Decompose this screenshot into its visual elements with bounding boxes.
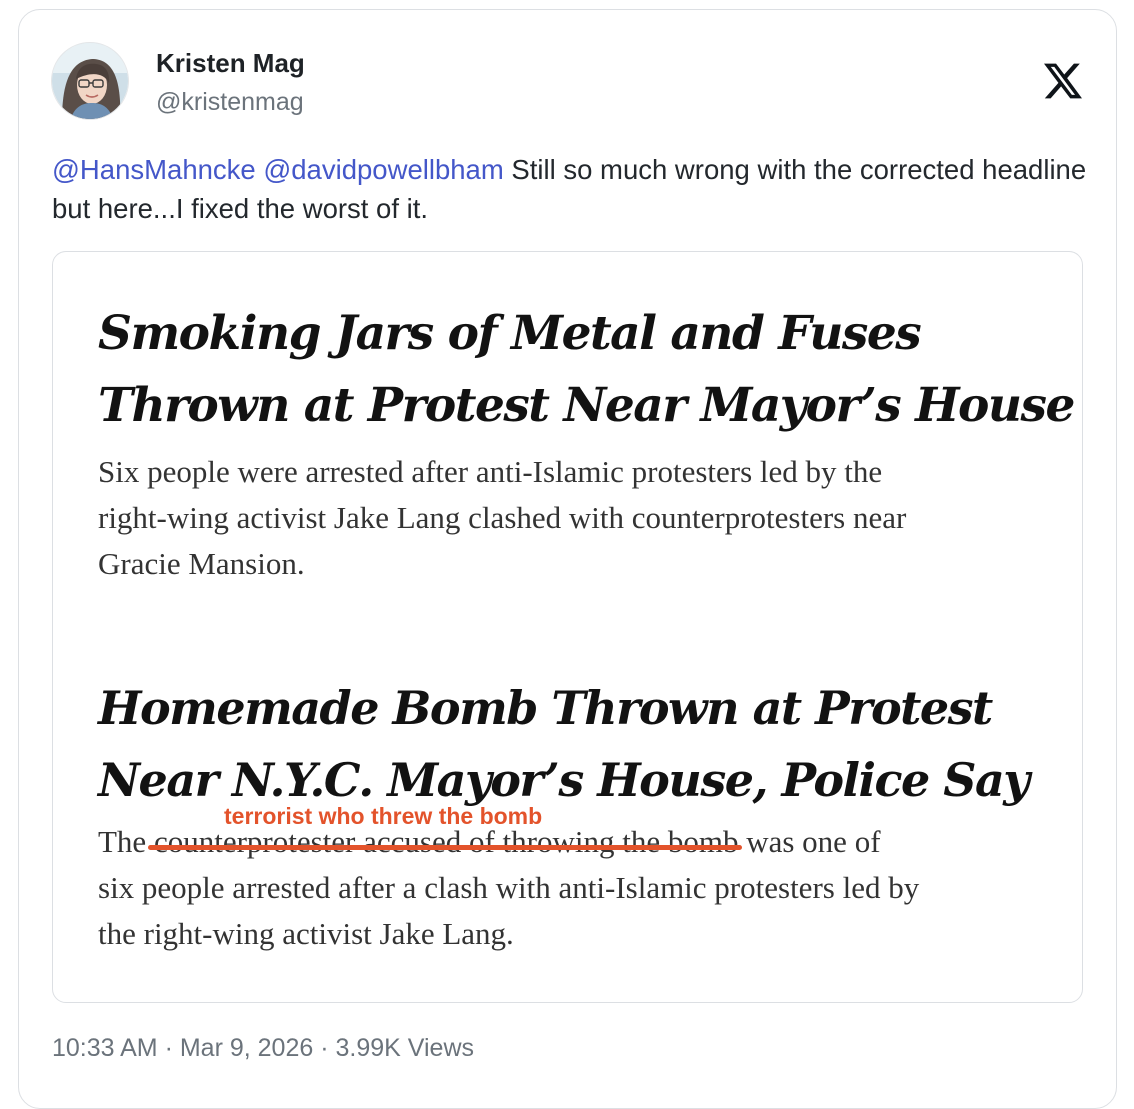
separator: · xyxy=(313,1034,336,1062)
summary-line: six people arrested after a clash with a… xyxy=(98,870,920,905)
struck-text: counterprotester accused of throwing the… xyxy=(147,824,743,859)
tweet-meta: 10:33 AM · Mar 9, 2026 · 3.99K Views xyxy=(52,1034,474,1063)
display-name[interactable]: Kristen Mag xyxy=(156,48,305,79)
summary-prefix: The xyxy=(98,824,147,859)
tweet-text: @HansMahncke @davidpowellbham Still so m… xyxy=(52,150,1097,228)
mention-link[interactable]: @HansMahncke xyxy=(52,154,256,185)
timestamp-time[interactable]: 10:33 AM xyxy=(52,1034,158,1062)
summary-line: Gracie Mansion. xyxy=(98,546,305,581)
headline-2: Homemade Bomb Thrown at Protest Near N.Y… xyxy=(98,672,1030,816)
struck-text-content: counterprotester accused of throwing the… xyxy=(153,824,739,859)
timestamp-date[interactable]: Mar 9, 2026 xyxy=(180,1034,313,1062)
summary-suffix: was one of xyxy=(746,824,881,859)
headline-line: Smoking Jars of Metal and Fuses xyxy=(98,306,922,361)
summary-2: The counterprotester accused of throwing… xyxy=(98,819,919,957)
strike-through-line xyxy=(147,845,743,850)
summary-line: The counterprotester accused of throwing… xyxy=(98,819,919,865)
summary-1: Six people were arrested after anti-Isla… xyxy=(98,449,906,587)
summary-line: the right-wing activist Jake Lang. xyxy=(98,916,514,951)
mention-link[interactable]: @davidpowellbham xyxy=(263,154,503,185)
headline-line: Homemade Bomb Thrown at Protest xyxy=(98,681,993,735)
separator: · xyxy=(157,1034,180,1062)
handle[interactable]: @kristenmag xyxy=(156,88,304,117)
attached-image[interactable]: Smoking Jars of Metal and Fuses Thrown a… xyxy=(52,251,1083,1003)
summary-line: right-wing activist Jake Lang clashed wi… xyxy=(98,500,907,535)
view-count[interactable]: 3.99K Views xyxy=(336,1034,475,1062)
x-logo-icon[interactable] xyxy=(1044,63,1082,99)
avatar[interactable] xyxy=(51,42,129,120)
summary-line: Six people were arrested after anti-Isla… xyxy=(98,454,883,489)
headline-line: Thrown at Protest Near Mayor’s House xyxy=(98,378,1075,433)
headline-1: Smoking Jars of Metal and Fuses Thrown a… xyxy=(98,298,1075,442)
profile-photo-icon xyxy=(52,43,128,119)
